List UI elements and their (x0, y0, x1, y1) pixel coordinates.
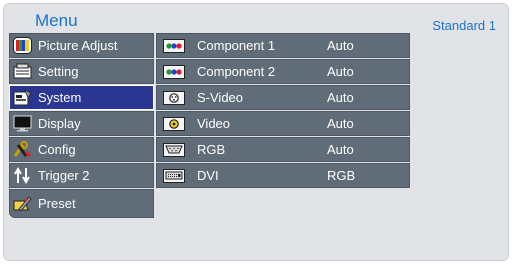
input-row-component-1[interactable]: Component 1 Auto (156, 33, 410, 58)
menu-item-setting[interactable]: Setting (9, 59, 154, 84)
input-row-rgb[interactable]: RGB Auto (156, 137, 410, 162)
menu-item-system[interactable]: System (9, 85, 154, 110)
input-value: Auto (327, 116, 354, 131)
menu-item-label: Display (38, 116, 81, 131)
input-value: Auto (327, 64, 354, 79)
menu-item-label: System (38, 90, 82, 105)
input-value: Auto (327, 38, 354, 53)
trigger-icon (13, 167, 32, 184)
display-icon (13, 115, 32, 132)
menu-item-label: Config (38, 142, 76, 157)
s-video-icon (163, 90, 185, 105)
input-name: Component 1 (197, 38, 276, 53)
component-icon (163, 38, 185, 53)
menu-item-label: Setting (38, 64, 79, 79)
component-icon (163, 64, 185, 79)
input-row-component-2[interactable]: Component 2 Auto (156, 59, 410, 84)
menu-item-label: Preset (38, 196, 76, 211)
dvi-icon (163, 168, 185, 183)
menu-item-preset[interactable]: Preset (9, 189, 154, 218)
menu-item-label: Picture Adjust (38, 38, 118, 53)
input-value: RGB (327, 168, 356, 183)
input-name: S-Video (197, 90, 244, 105)
input-list: Component 1 Auto Component 2 Auto S-Vide… (156, 33, 410, 189)
config-icon (13, 141, 32, 158)
input-name: RGB (197, 142, 226, 157)
input-name: Component 2 (197, 64, 276, 79)
input-row-dvi[interactable]: DVI RGB (156, 163, 410, 188)
preset-icon (13, 195, 32, 212)
menu-item-config[interactable]: Config (9, 137, 154, 162)
menu-item-label: Trigger 2 (38, 168, 90, 183)
system-icon (13, 89, 32, 106)
menu-item-picture-adjust[interactable]: Picture Adjust (9, 33, 154, 58)
setting-icon (13, 63, 32, 80)
menu-item-display[interactable]: Display (9, 111, 154, 136)
preset-label: Standard 1 (432, 18, 496, 33)
menu-item-trigger-2[interactable]: Trigger 2 (9, 163, 154, 188)
input-row-video[interactable]: Video Auto (156, 111, 410, 136)
rgb-icon (163, 142, 185, 157)
input-value: Auto (327, 90, 354, 105)
input-row-s-video[interactable]: S-Video Auto (156, 85, 410, 110)
picture-adjust-icon (13, 37, 32, 54)
menu-title: Menu (35, 11, 78, 30)
input-value: Auto (327, 142, 354, 157)
input-name: DVI (197, 168, 219, 183)
video-icon (163, 116, 185, 131)
input-name: Video (197, 116, 231, 131)
main-menu: Picture Adjust Setting System Display Co… (9, 33, 154, 219)
